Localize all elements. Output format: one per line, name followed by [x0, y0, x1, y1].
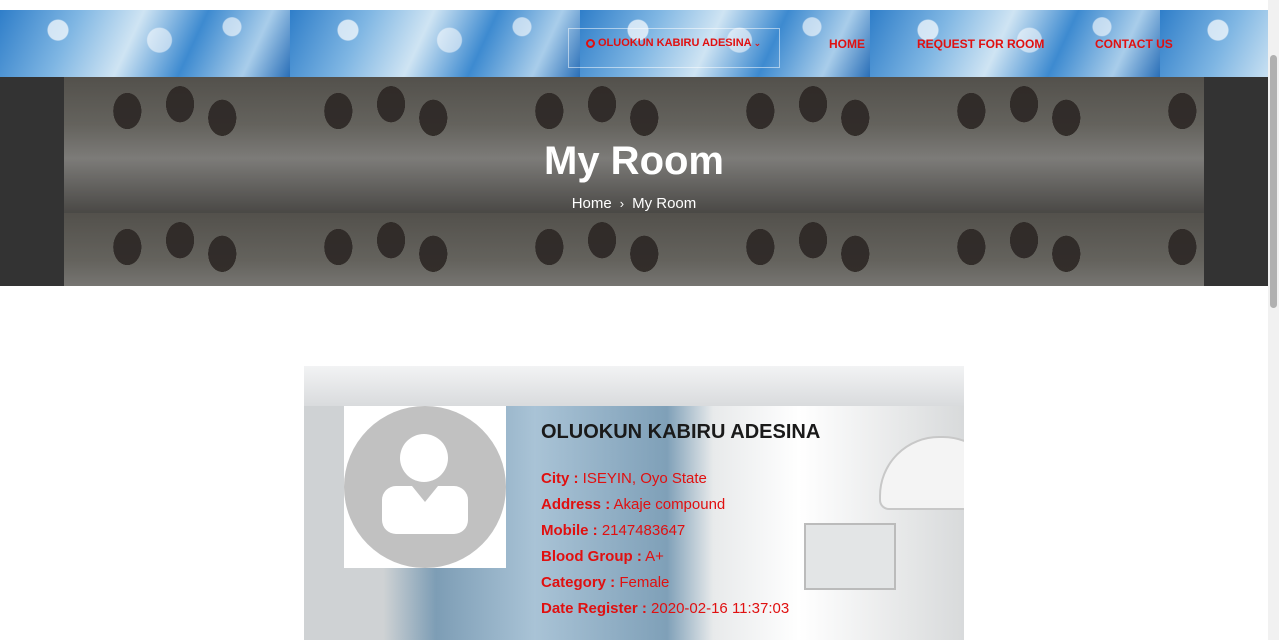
detail-value: Female [619, 574, 670, 591]
surgical-lamp-image [879, 436, 964, 510]
detail-value: A+ [645, 548, 664, 565]
detail-date-register: Date Register : 2020-02-16 11:37:03 [541, 596, 789, 622]
detail-label: Blood Group : [541, 548, 642, 565]
detail-value: Akaje compound [613, 496, 726, 513]
user-menu[interactable]: OLUOKUN KABIRU ADESINA ⌄ [586, 37, 761, 49]
detail-label: Address : [541, 496, 611, 513]
profile-details: City : ISEYIN, Oyo State Address : Akaje… [541, 466, 789, 622]
page-hero: My Room Home › My Room [0, 77, 1268, 286]
main-nav: OLUOKUN KABIRU ADESINA ⌄ HOME REQUEST FOR… [0, 10, 1268, 77]
detail-label: Date Register : [541, 600, 647, 617]
detail-address: Address : Akaje compound [541, 492, 789, 518]
detail-blood-group: Blood Group : A+ [541, 544, 789, 570]
scrollbar-thumb[interactable] [1270, 55, 1277, 308]
breadcrumb-home[interactable]: Home [572, 195, 612, 212]
detail-mobile: Mobile : 2147483647 [541, 518, 789, 544]
chevron-down-icon: ⌄ [753, 38, 762, 48]
profile-card: OLUOKUN KABIRU ADESINA City : ISEYIN, Oy… [304, 366, 964, 640]
avatar-placeholder-icon [344, 406, 506, 568]
detail-value: ISEYIN, Oyo State [582, 470, 707, 487]
detail-city: City : ISEYIN, Oyo State [541, 466, 789, 492]
avatar-collar [412, 486, 438, 502]
breadcrumb: Home › My Room [0, 195, 1268, 212]
chevron-right-icon: › [619, 196, 625, 211]
detail-label: Category : [541, 574, 616, 591]
profile-name: OLUOKUN KABIRU ADESINA [541, 421, 821, 443]
detail-category: Category : Female [541, 570, 789, 596]
user-icon [586, 39, 595, 48]
wall-panel-image [804, 523, 896, 590]
detail-value: 2147483647 [601, 522, 686, 539]
top-strip [0, 0, 1268, 10]
user-menu-label: OLUOKUN KABIRU ADESINA [598, 37, 752, 49]
avatar-head [400, 434, 448, 482]
detail-label: City : [541, 470, 579, 487]
nav-home[interactable]: HOME [829, 37, 865, 51]
nav-contact[interactable]: CONTACT US [1095, 37, 1173, 51]
detail-value: 2020-02-16 11:37:03 [651, 600, 790, 617]
page-scrollbar[interactable] [1268, 0, 1279, 640]
site-header: OLUOKUN KABIRU ADESINA ⌄ HOME REQUEST FOR… [0, 10, 1268, 77]
avatar [344, 406, 506, 568]
breadcrumb-current: My Room [632, 195, 697, 212]
nav-request-room[interactable]: REQUEST FOR ROOM [917, 37, 1044, 51]
detail-label: Mobile : [541, 522, 598, 539]
page-title: My Room [544, 139, 724, 183]
